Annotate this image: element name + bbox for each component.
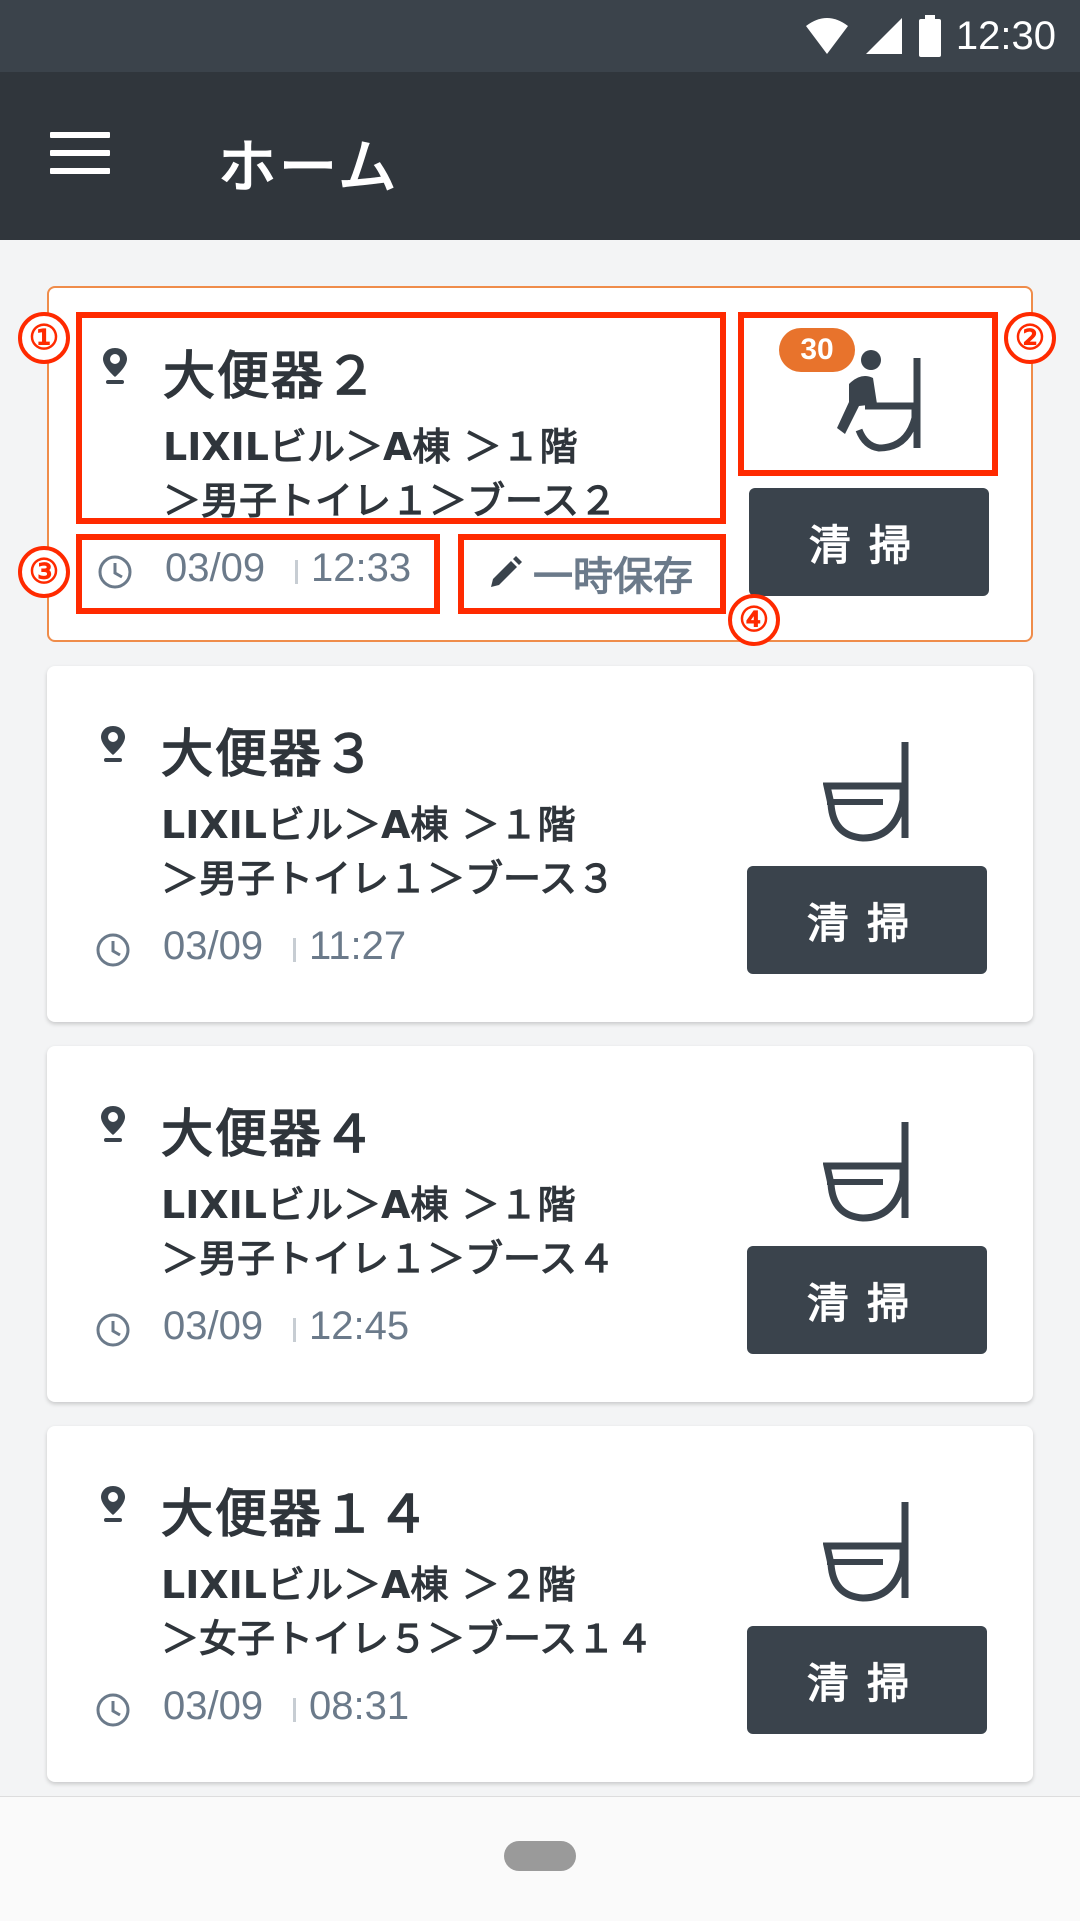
last-cleaned-date: 03/09 [163,1304,264,1348]
home-gesture-pill[interactable] [504,1841,576,1871]
location-path-line1: LIXILビル＞A棟 ＞１階 [161,1183,576,1227]
location-pin-icon [101,1106,125,1142]
status-bar: 12:30 [0,0,1080,72]
location-pin-icon [101,1486,125,1522]
clock-icon [96,1693,130,1727]
battery-icon [918,15,941,57]
menu-button[interactable] [50,132,110,182]
date-time-divider [293,1698,296,1722]
toilet-card[interactable]: 大便器４ LIXILビル＞A棟 ＞１階 ＞男子トイレ１＞ブース４ 03/09 1… [47,1046,1033,1402]
system-nav-bar [0,1796,1080,1921]
toilet-icon [823,1122,909,1222]
last-cleaned-time: 11:27 [309,924,407,968]
callout-box-1 [76,312,726,524]
location-path-line1: LIXILビル＞A棟 ＞２階 [161,1563,576,1607]
location-pin-icon [101,726,125,762]
clock-icon [96,933,130,967]
callout-number-1: ① [18,312,70,364]
clean-button[interactable]: 清掃 [747,1246,987,1354]
location-path-line1: LIXILビル＞A棟 ＞１階 [161,803,576,847]
callout-box-2 [738,312,998,476]
location-path-line2: ＞男子トイレ１＞ブース４ [161,1237,616,1281]
wifi-icon [805,18,848,54]
status-icons: 12:30 [804,10,1056,62]
callout-box-3 [76,534,440,614]
menu-icon [50,132,110,138]
clock-icon [96,1313,130,1347]
last-cleaned-time: 08:31 [309,1684,410,1728]
toilet-card[interactable]: 大便器１４ LIXILビル＞A棟 ＞２階 ＞女子トイレ５＞ブース１４ 03/09… [47,1426,1033,1782]
location-path-line2: ＞男子トイレ１＞ブース３ [161,857,616,901]
toilet-card[interactable]: 大便器３ LIXILビル＞A棟 ＞１階 ＞男子トイレ１＞ブース３ 03/09 1… [47,666,1033,1022]
clean-button[interactable]: 清掃 [747,1626,987,1734]
location-path-line2: ＞女子トイレ５＞ブース１４ [161,1617,654,1661]
last-cleaned-time: 12:45 [309,1304,410,1348]
callout-box-4 [458,534,726,614]
clean-button[interactable]: 清掃 [749,488,989,596]
toilet-name: 大便器１４ [161,1485,432,1545]
toilet-icon [823,1502,909,1602]
clean-button[interactable]: 清掃 [747,866,987,974]
date-time-divider [293,1318,296,1342]
app-bar: ホーム [0,72,1080,240]
last-cleaned-date: 03/09 [163,1684,264,1728]
date-time-divider [293,938,296,962]
status-time: 12:30 [955,13,1056,58]
toilet-name: 大便器３ [161,725,378,785]
toilet-icon [823,742,909,842]
toilet-name: 大便器４ [161,1105,378,1165]
last-cleaned-date: 03/09 [163,924,264,968]
signal-icon [865,18,902,54]
page-title: ホーム [218,133,400,201]
callout-number-4: ④ [728,594,780,646]
callout-number-2: ② [1004,312,1056,364]
callout-number-3: ③ [18,546,70,598]
